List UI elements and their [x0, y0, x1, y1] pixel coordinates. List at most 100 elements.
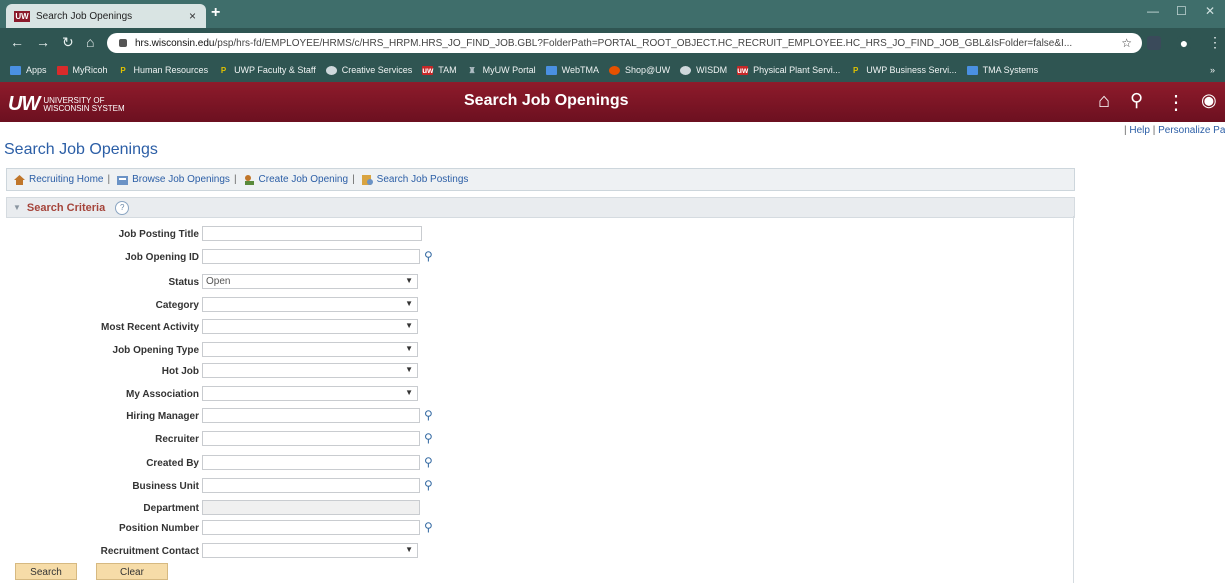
bookmark-item[interactable]: WISDM [680, 65, 727, 75]
my-association-select[interactable]: ▼ [202, 386, 418, 401]
bookmark-item[interactable]: uw Physical Plant Servi... [737, 65, 840, 75]
dropdown-arrow-icon: ▼ [405, 299, 413, 308]
bookmark-item[interactable]: P UWP Faculty & Staff [218, 65, 316, 75]
help-icon[interactable]: ? [115, 200, 130, 215]
status-row: Status Open ▼ [0, 274, 600, 291]
url-field[interactable]: hrs.wisconsin.edu/psp/hrs-fd/EMPLOYEE/HR… [107, 33, 1142, 53]
job-opening-id-row: Job Opening ID ⚲ [0, 249, 600, 266]
new-tab-button[interactable]: + [211, 4, 220, 22]
my-association-row: My Association ▼ [0, 386, 600, 403]
job-posting-title-row: Job Posting Title [0, 226, 600, 243]
lookup-icon[interactable]: ⚲ [424, 249, 433, 263]
recruitment-contact-select[interactable]: ▼ [202, 543, 418, 558]
lookup-icon[interactable]: ⚲ [424, 478, 433, 492]
created-by-input[interactable] [202, 455, 420, 470]
actions-menu-icon[interactable]: ⋮ [1166, 90, 1186, 115]
job-posting-title-label: Job Posting Title [118, 229, 199, 240]
extension-icon[interactable] [1147, 36, 1161, 50]
status-value: Open [206, 276, 231, 287]
recruiting-home-link[interactable]: Recruiting Home [7, 174, 103, 186]
home-icon[interactable]: ⌂ [1098, 90, 1110, 113]
hiring-manager-input[interactable] [202, 408, 420, 423]
bookmark-item[interactable]: ♜ MyUW Portal [467, 65, 536, 75]
browse-icon [117, 175, 129, 185]
job-opening-type-select[interactable]: ▼ [202, 342, 418, 357]
lookup-icon[interactable]: ⚲ [424, 431, 433, 445]
dropdown-arrow-icon: ▼ [405, 545, 413, 554]
bookmark-item[interactable]: Shop@UW [609, 65, 670, 75]
dropdown-arrow-icon: ▼ [405, 321, 413, 330]
section-border [1073, 216, 1074, 583]
bookmark-item[interactable]: TMA Systems [966, 65, 1038, 75]
job-posting-title-input[interactable] [202, 226, 422, 241]
clear-button[interactable]: Clear [96, 563, 168, 580]
most-recent-activity-select[interactable]: ▼ [202, 319, 418, 334]
business-unit-row: Business Unit ⚲ [0, 478, 600, 495]
home-browser-icon[interactable]: ⌂ [86, 34, 94, 50]
lookup-icon[interactable]: ⚲ [424, 455, 433, 469]
reload-icon[interactable]: ↻ [62, 34, 74, 51]
tab-close-icon[interactable]: × [189, 9, 196, 23]
create-job-opening-link[interactable]: Create Job Opening [237, 174, 348, 186]
status-select[interactable]: Open ▼ [202, 274, 418, 289]
job-opening-type-label: Job Opening Type [112, 345, 199, 356]
minimize-icon[interactable]: — [1147, 4, 1159, 18]
help-link[interactable]: Help [1129, 125, 1150, 136]
search-button[interactable]: Search [15, 563, 77, 580]
maximize-icon[interactable]: ☐ [1176, 4, 1187, 18]
bookmark-item[interactable]: Creative Services [325, 65, 412, 75]
department-label: Department [143, 503, 199, 514]
most-recent-activity-row: Most Recent Activity ▼ [0, 319, 600, 336]
globe-icon [325, 65, 337, 75]
profile-icon[interactable]: ● [1177, 36, 1191, 50]
bookmark-item[interactable]: uw TAM [422, 65, 457, 75]
recruiter-row: Recruiter ⚲ [0, 431, 600, 448]
recruiter-label: Recruiter [155, 434, 199, 445]
bookmark-item[interactable]: MyRicoh [56, 65, 108, 75]
search-icon[interactable]: ⚲ [1130, 90, 1143, 111]
personalize-link[interactable]: Personalize Pa [1158, 125, 1225, 136]
search-job-postings-link[interactable]: Search Job Postings [355, 174, 468, 186]
hot-job-row: Hot Job ▼ [0, 363, 600, 380]
browser-tab[interactable]: UW Search Job Openings × [6, 4, 206, 28]
position-number-input[interactable] [202, 520, 420, 535]
search-criteria-header[interactable]: ▼ Search Criteria ? [6, 197, 1075, 218]
bookmark-item[interactable]: P UWP Business Servi... [850, 65, 957, 75]
uw-favicon-icon: UW [14, 10, 30, 22]
navbar-icon[interactable]: ◉ [1201, 90, 1217, 111]
my-association-label: My Association [126, 389, 199, 400]
back-icon[interactable]: ← [10, 34, 24, 50]
bookmark-item[interactable]: P Human Resources [118, 65, 208, 75]
business-unit-input[interactable] [202, 478, 420, 493]
hiring-manager-label: Hiring Manager [126, 411, 199, 422]
bookmarks-overflow-icon[interactable]: » [1210, 65, 1215, 75]
recruitment-contact-label: Recruitment Contact [100, 546, 199, 557]
business-unit-label: Business Unit [132, 481, 199, 492]
browser-menu-icon[interactable]: ⋮ [1208, 34, 1222, 51]
department-input [202, 500, 420, 515]
job-opening-type-row: Job Opening Type ▼ [0, 342, 600, 359]
job-opening-id-input[interactable] [202, 249, 420, 264]
top-links: | Help | Personalize Pa [1124, 125, 1225, 136]
page-title: Search Job Openings [4, 141, 158, 158]
bookmark-item[interactable]: WebTMA [545, 65, 599, 75]
dropdown-arrow-icon: ▼ [405, 276, 413, 285]
peoplesoft-p-icon: P [853, 65, 859, 75]
category-select[interactable]: ▼ [202, 297, 418, 312]
browse-job-openings-link[interactable]: Browse Job Openings [110, 174, 230, 186]
close-window-icon[interactable]: ✕ [1205, 4, 1215, 18]
peoplesoft-p-icon: P [120, 65, 126, 75]
hot-job-select[interactable]: ▼ [202, 363, 418, 378]
home-icon [14, 174, 25, 185]
recruiter-input[interactable] [202, 431, 420, 446]
bookmark-item[interactable]: Apps [10, 65, 47, 75]
myuw-icon: ♜ [468, 65, 476, 75]
uw-system-logo[interactable]: UW UNIVERSITY OF WISCONSIN SYSTEM [8, 93, 125, 116]
bookmark-star-icon[interactable]: ☆ [1121, 36, 1132, 50]
collapse-triangle-icon[interactable]: ▼ [13, 203, 21, 212]
lookup-icon[interactable]: ⚲ [424, 520, 433, 534]
lookup-icon[interactable]: ⚲ [424, 408, 433, 422]
forward-icon[interactable]: → [36, 34, 50, 50]
dropdown-arrow-icon: ▼ [405, 365, 413, 374]
search-postings-icon [361, 174, 373, 185]
